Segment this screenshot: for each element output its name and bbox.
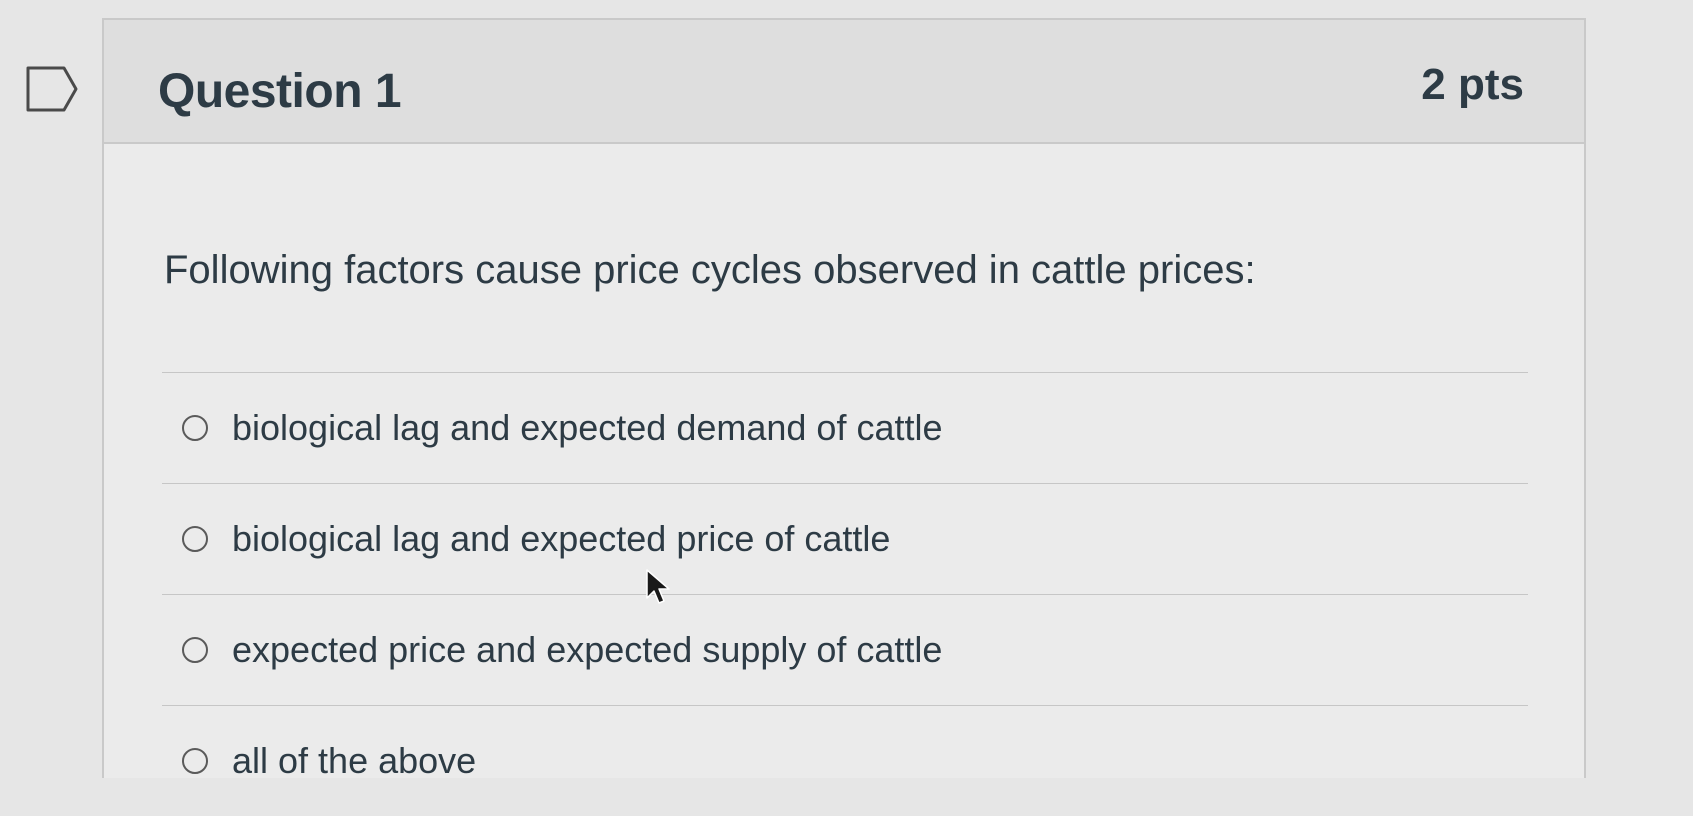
question-text: Following factors cause price cycles obs… (164, 248, 1256, 292)
question-card: Question 1 2 pts Following factors cause… (102, 18, 1586, 781)
radio-button[interactable] (182, 526, 208, 552)
radio-button[interactable] (182, 637, 208, 663)
answer-list: biological lag and expected demand of ca… (162, 372, 1528, 816)
answer-label[interactable]: all of the above (232, 740, 476, 782)
question-header: Question 1 2 pts (104, 20, 1584, 144)
answer-label[interactable]: biological lag and expected demand of ca… (232, 407, 943, 449)
bookmark-flag-icon[interactable] (26, 66, 78, 112)
radio-button[interactable] (182, 415, 208, 441)
radio-button[interactable] (182, 748, 208, 774)
answer-label[interactable]: expected price and expected supply of ca… (232, 629, 942, 671)
answer-option-2[interactable]: biological lag and expected price of cat… (162, 484, 1528, 594)
question-title: Question 1 (158, 65, 402, 118)
answer-option-4[interactable]: all of the above (162, 706, 1528, 816)
question-points: 2 pts (1421, 60, 1524, 109)
mouse-pointer-icon (646, 569, 670, 604)
answer-option-3[interactable]: expected price and expected supply of ca… (162, 595, 1528, 705)
answer-label[interactable]: biological lag and expected price of cat… (232, 518, 890, 560)
answer-option-1[interactable]: biological lag and expected demand of ca… (162, 373, 1528, 483)
